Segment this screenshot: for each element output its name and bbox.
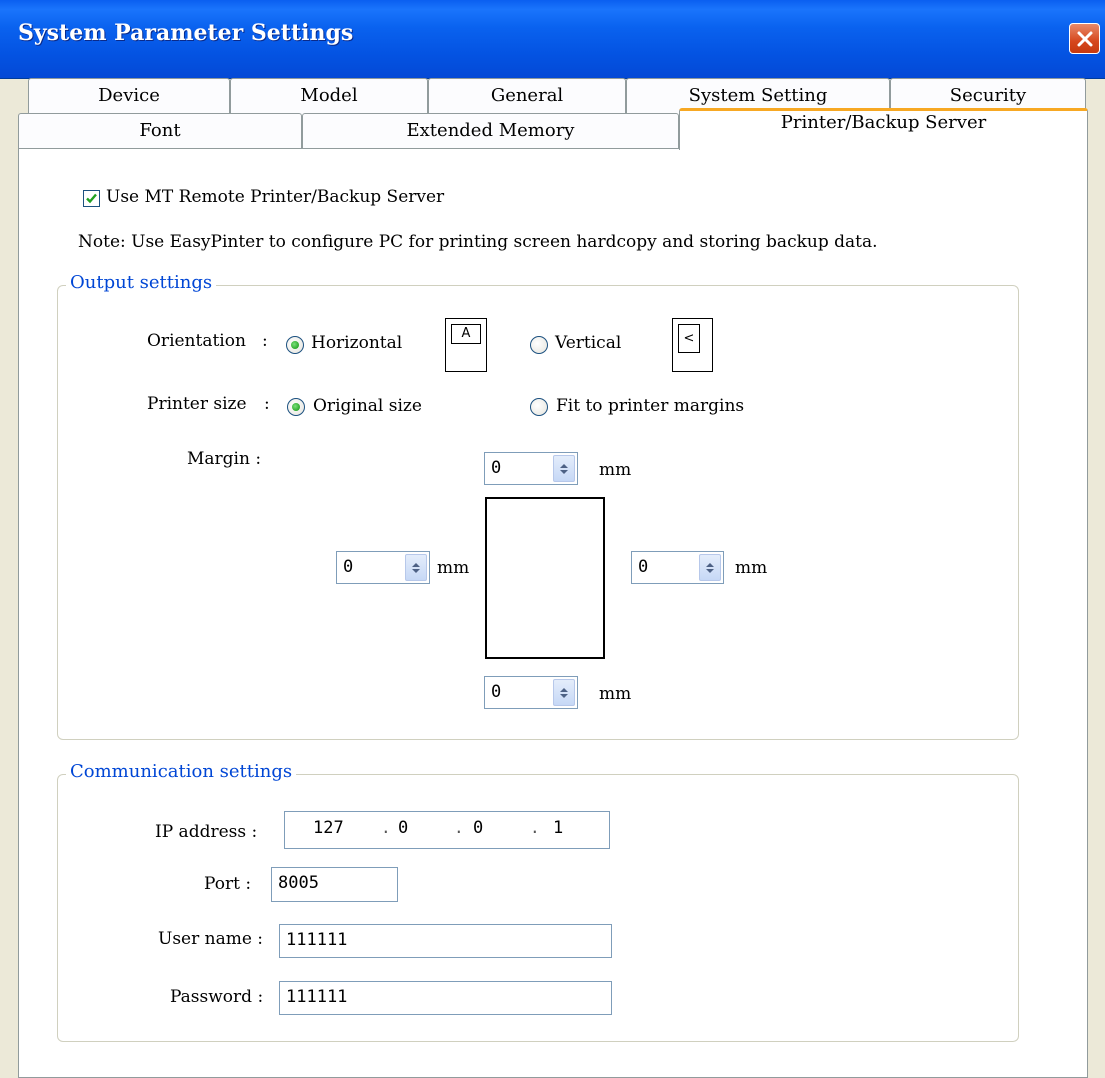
user-name-label: User name : <box>158 929 264 949</box>
tab-printer-backup-server[interactable]: Printer/Backup Server <box>679 108 1088 150</box>
tab-font[interactable]: Font <box>18 113 302 150</box>
ip-octet-4[interactable]: 1 <box>553 818 563 838</box>
ip-separator: . <box>381 818 391 837</box>
vertical-label[interactable]: Vertical <box>555 333 621 353</box>
portrait-page-icon: < <box>678 324 700 353</box>
fit-margins-radio[interactable] <box>530 398 548 416</box>
spin-arrows-icon <box>560 464 568 474</box>
paper-preview <box>485 497 605 659</box>
margin-bottom-spinner[interactable]: 0 <box>484 676 578 709</box>
margin-bottom-value: 0 <box>491 682 502 702</box>
tab-model[interactable]: Model <box>230 78 428 116</box>
margin-right-value: 0 <box>638 557 649 577</box>
password-label: Password : <box>170 987 264 1007</box>
port-label: Port : <box>204 874 252 894</box>
ip-octet-1[interactable]: 127 <box>313 818 344 838</box>
margin-left-spinner[interactable]: 0 <box>336 551 430 584</box>
fit-margins-label[interactable]: Fit to printer margins <box>556 396 744 416</box>
spin-arrows-icon <box>412 563 420 573</box>
ip-separator: . <box>454 818 464 837</box>
margin-bottom-spin-buttons[interactable] <box>553 679 575 706</box>
password-value: 111111 <box>286 987 348 1007</box>
close-icon <box>1077 31 1092 46</box>
user-name-field[interactable]: 111111 <box>279 924 612 958</box>
port-field[interactable]: 8005 <box>271 867 398 902</box>
ip-separator: . <box>530 818 540 837</box>
margin-right-spinner[interactable]: 0 <box>631 551 724 584</box>
margin-right-spin-buttons[interactable] <box>699 554 721 581</box>
tab-device[interactable]: Device <box>28 78 230 116</box>
printer-size-label: Printer size <box>147 394 247 414</box>
user-name-value: 111111 <box>286 930 348 950</box>
radio-selected-dot <box>292 403 300 411</box>
margin-top-spin-buttons[interactable] <box>553 455 575 482</box>
orientation-label: Orientation <box>147 331 246 351</box>
close-button[interactable] <box>1069 23 1100 54</box>
tab-extended-memory[interactable]: Extended Memory <box>302 113 679 150</box>
original-size-radio[interactable] <box>287 398 305 416</box>
margin-right-unit: mm <box>735 558 768 578</box>
orientation-colon: : <box>262 331 268 351</box>
port-value: 8005 <box>278 873 319 893</box>
use-remote-label[interactable]: Use MT Remote Printer/Backup Server <box>106 187 444 207</box>
horizontal-radio[interactable] <box>286 336 304 354</box>
horizontal-orientation-icon: A <box>445 318 487 372</box>
ip-address-label: IP address : <box>155 822 258 842</box>
output-settings-legend: Output settings <box>66 272 217 293</box>
margin-left-unit: mm <box>437 558 470 578</box>
password-field[interactable]: 111111 <box>279 981 612 1015</box>
vertical-radio[interactable] <box>530 336 548 354</box>
title-bar: System Parameter Settings <box>0 0 1105 79</box>
printer-size-colon: : <box>264 394 270 414</box>
horizontal-label[interactable]: Horizontal <box>311 333 402 353</box>
communication-settings-legend: Communication settings <box>66 761 297 782</box>
spin-arrows-icon <box>560 688 568 698</box>
ip-octet-3[interactable]: 0 <box>473 818 483 838</box>
landscape-page-icon: A <box>451 324 481 344</box>
tab-general[interactable]: General <box>428 78 626 116</box>
radio-selected-dot <box>291 341 299 349</box>
margin-label: Margin : <box>187 449 262 469</box>
margin-top-spinner[interactable]: 0 <box>484 452 578 485</box>
margin-bottom-unit: mm <box>599 684 632 704</box>
use-remote-checkbox[interactable] <box>83 190 100 207</box>
window-title: System Parameter Settings <box>18 20 354 46</box>
ip-address-field[interactable]: 127 . 0 . 0 . 1 <box>284 811 610 849</box>
margin-top-unit: mm <box>599 460 632 480</box>
vertical-orientation-icon: < <box>672 318 713 372</box>
spin-arrows-icon <box>706 563 714 573</box>
ip-octet-2[interactable]: 0 <box>398 818 408 838</box>
margin-top-value: 0 <box>491 458 502 478</box>
original-size-label[interactable]: Original size <box>313 396 422 416</box>
checkmark-icon <box>86 193 97 204</box>
note-text: Note: Use EasyPinter to configure PC for… <box>78 232 878 252</box>
margin-left-value: 0 <box>343 557 354 577</box>
margin-left-spin-buttons[interactable] <box>405 554 427 581</box>
